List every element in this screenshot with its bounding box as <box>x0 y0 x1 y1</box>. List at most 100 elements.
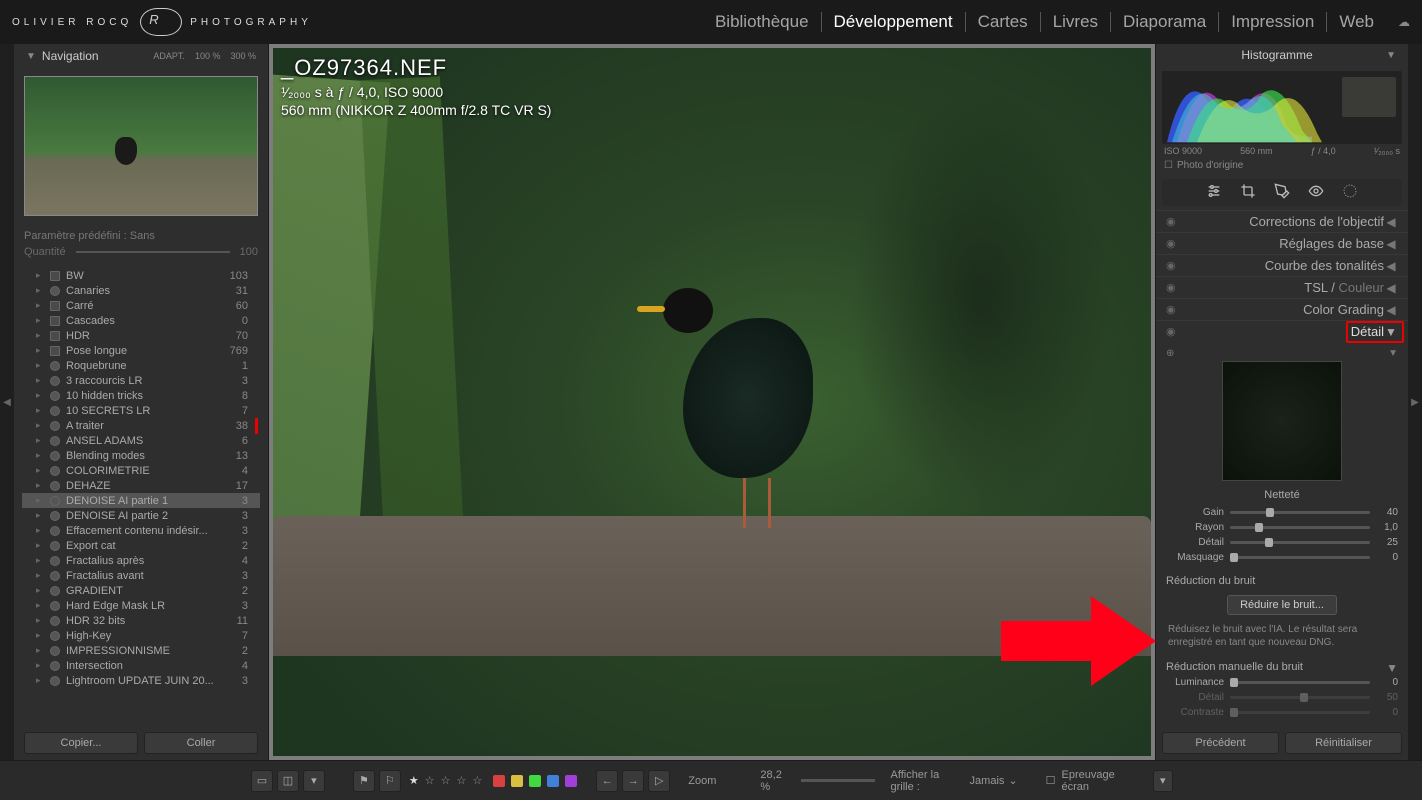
preset-amount-slider[interactable]: Quantité 100 <box>24 242 258 262</box>
grid-value-dropdown[interactable]: Jamais <box>970 775 1005 787</box>
detail-preview[interactable] <box>1222 361 1342 481</box>
eye-icon[interactable]: ◉ <box>1166 303 1176 316</box>
zoom-100[interactable]: 100 % <box>195 51 221 61</box>
nr-luminance-slider[interactable]: Luminance 0 <box>1166 675 1398 690</box>
collection-row[interactable]: ▸DENOISE AI partie 23 <box>22 508 260 523</box>
denoise-ai-button[interactable]: Réduire le bruit... <box>1227 595 1337 615</box>
sharpen-masking-slider[interactable]: Masquage 0 <box>1166 550 1398 565</box>
histogram-header[interactable]: Histogramme ▼ <box>1156 44 1408 67</box>
module-library[interactable]: Bibliothèque <box>703 12 822 32</box>
image-area[interactable]: _OZ97364.NEF ¹⁄₂₀₀₀ s à ƒ / 4,0, ISO 900… <box>273 48 1151 756</box>
collection-row[interactable]: ▸Blending modes13 <box>22 448 260 463</box>
collection-name: Intersection <box>66 660 123 672</box>
collection-row[interactable]: ▸DEHAZE17 <box>22 478 260 493</box>
panel-basic[interactable]: ◉ Réglages de base ◀ <box>1156 232 1408 254</box>
mask-tool-icon[interactable] <box>1342 183 1358 202</box>
panel-tsl-color[interactable]: ◉ TSL / Couleur ◀ <box>1156 276 1408 298</box>
module-slideshow[interactable]: Diaporama <box>1111 12 1219 32</box>
checkbox-icon[interactable]: ☐ <box>1046 774 1056 787</box>
collection-row[interactable]: ▸BW103 <box>22 268 260 283</box>
copy-button[interactable]: Copier... <box>24 732 138 754</box>
collection-row[interactable]: ▸Cascades0 <box>22 313 260 328</box>
navigator-preview[interactable] <box>14 68 268 224</box>
rating-stars[interactable]: ★☆☆☆☆ <box>409 774 484 787</box>
top-bar: OLIVIER ROCQ PHOTOGRAPHY Bibliothèque Dé… <box>0 0 1422 44</box>
left-edge-toggle[interactable]: ◀ <box>0 44 14 760</box>
module-develop[interactable]: Développement <box>822 12 966 32</box>
paste-button[interactable]: Coller <box>144 732 258 754</box>
original-photo-toggle[interactable]: ☐ Photo d'origine <box>1156 156 1408 175</box>
collection-row[interactable]: ▸HDR70 <box>22 328 260 343</box>
collection-row[interactable]: ▸ANSEL ADAMS6 <box>22 433 260 448</box>
eye-icon[interactable]: ◉ <box>1166 281 1176 294</box>
flag-reject-icon[interactable]: ⚐ <box>379 770 401 792</box>
module-book[interactable]: Livres <box>1041 12 1111 32</box>
collection-row[interactable]: ▸High-Key7 <box>22 628 260 643</box>
panel-detail[interactable]: ◉ Détail ▼ <box>1156 320 1408 342</box>
collection-row[interactable]: ▸Fractalius avant3 <box>22 568 260 583</box>
collection-row[interactable]: ▸Pose longue769 <box>22 343 260 358</box>
collection-row[interactable]: ▸Intersection4 <box>22 658 260 673</box>
cloud-sync-icon[interactable]: ☁ <box>1398 15 1410 29</box>
checkbox-icon: ☐ <box>1164 160 1173 171</box>
collection-row[interactable]: ▸Roquebrune1 <box>22 358 260 373</box>
reset-button[interactable]: Réinitialiser <box>1285 732 1402 754</box>
collection-list[interactable]: ▸BW103▸Canaries31▸Carré60▸Cascades0▸HDR7… <box>14 268 268 726</box>
collection-row[interactable]: ▸Fractalius après4 <box>22 553 260 568</box>
collection-row[interactable]: ▸Effacement contenu indésir...3 <box>22 523 260 538</box>
slideshow-play-icon[interactable]: ▷ <box>648 770 670 792</box>
color-label-swatches[interactable] <box>492 775 578 787</box>
collection-row[interactable]: ▸Carré60 <box>22 298 260 313</box>
collection-row[interactable]: ▸Export cat2 <box>22 538 260 553</box>
heal-tool-icon[interactable] <box>1274 183 1290 202</box>
module-print[interactable]: Impression <box>1219 12 1327 32</box>
collection-row[interactable]: ▸Lightroom UPDATE JUIN 20...3 <box>22 673 260 688</box>
collection-row[interactable]: ▸HDR 32 bits11 <box>22 613 260 628</box>
eye-icon[interactable]: ◉ <box>1166 237 1176 250</box>
nav-next-icon[interactable]: → <box>622 770 644 792</box>
redeye-tool-icon[interactable] <box>1308 183 1324 202</box>
loupe-view-icon[interactable]: ▭ <box>251 770 273 792</box>
panel-tone-curve[interactable]: ◉ Courbe des tonalités ◀ <box>1156 254 1408 276</box>
collection-row[interactable]: ▸A traiter38 <box>22 418 260 433</box>
collection-row[interactable]: ▸10 SECRETS LR7 <box>22 403 260 418</box>
before-after-dropdown-icon[interactable]: ▾ <box>303 770 325 792</box>
before-after-y-icon[interactable]: ◫ <box>277 770 299 792</box>
right-edge-toggle[interactable]: ▶ <box>1408 44 1422 760</box>
previous-button[interactable]: Précédent <box>1162 732 1279 754</box>
eye-icon[interactable]: ◉ <box>1166 325 1176 338</box>
collection-row[interactable]: ▸COLORIMETRIE4 <box>22 463 260 478</box>
module-web[interactable]: Web <box>1327 12 1386 32</box>
collection-row[interactable]: ▸Hard Edge Mask LR3 <box>22 598 260 613</box>
sharpen-detail-slider[interactable]: Détail 25 <box>1166 535 1398 550</box>
sharpen-gain-slider[interactable]: Gain 40 <box>1166 505 1398 520</box>
zoom-fit[interactable]: ADAPT. <box>153 51 185 61</box>
collection-row[interactable]: ▸3 raccourcis LR3 <box>22 373 260 388</box>
crop-tool-icon[interactable] <box>1240 183 1256 202</box>
navigator-header[interactable]: ▼ Navigation ADAPT. 100 % 300 % <box>14 44 268 68</box>
collection-row[interactable]: ▸10 hidden tricks8 <box>22 388 260 403</box>
collection-row[interactable]: ▸DENOISE AI partie 13 <box>22 493 260 508</box>
target-adjust-icon[interactable]: ⊕ <box>1166 348 1174 359</box>
zoom-300[interactable]: 300 % <box>230 51 256 61</box>
chevron-down-icon[interactable]: ▼ <box>1388 348 1398 359</box>
toolbar-config-icon[interactable]: ▾ <box>1153 770 1173 792</box>
collection-row[interactable]: ▸GRADIENT2 <box>22 583 260 598</box>
module-map[interactable]: Cartes <box>966 12 1041 32</box>
collection-row[interactable]: ▸Canaries31 <box>22 283 260 298</box>
flag-pick-icon[interactable]: ⚑ <box>353 770 375 792</box>
panel-color-grading[interactable]: ◉ Color Grading ◀ <box>1156 298 1408 320</box>
disclosure-icon: ▼ <box>1386 50 1396 61</box>
collection-row[interactable]: ▸IMPRESSIONNISME2 <box>22 643 260 658</box>
caret-icon: ▸ <box>36 285 41 296</box>
zoom-slider[interactable] <box>801 779 874 782</box>
chevron-down-icon[interactable]: ▼ <box>1386 661 1398 675</box>
sharpen-radius-slider[interactable]: Rayon 1,0 <box>1166 520 1398 535</box>
eye-icon[interactable]: ◉ <box>1166 215 1176 228</box>
eye-icon[interactable]: ◉ <box>1166 259 1176 272</box>
dropdown-icon[interactable]: ⌄ <box>1008 774 1017 787</box>
edit-sliders-icon[interactable] <box>1206 183 1222 202</box>
nav-prev-icon[interactable]: ← <box>596 770 618 792</box>
panel-lens-corrections[interactable]: ◉ Corrections de l'objectif ◀ <box>1156 210 1408 232</box>
histogram[interactable] <box>1162 71 1402 144</box>
